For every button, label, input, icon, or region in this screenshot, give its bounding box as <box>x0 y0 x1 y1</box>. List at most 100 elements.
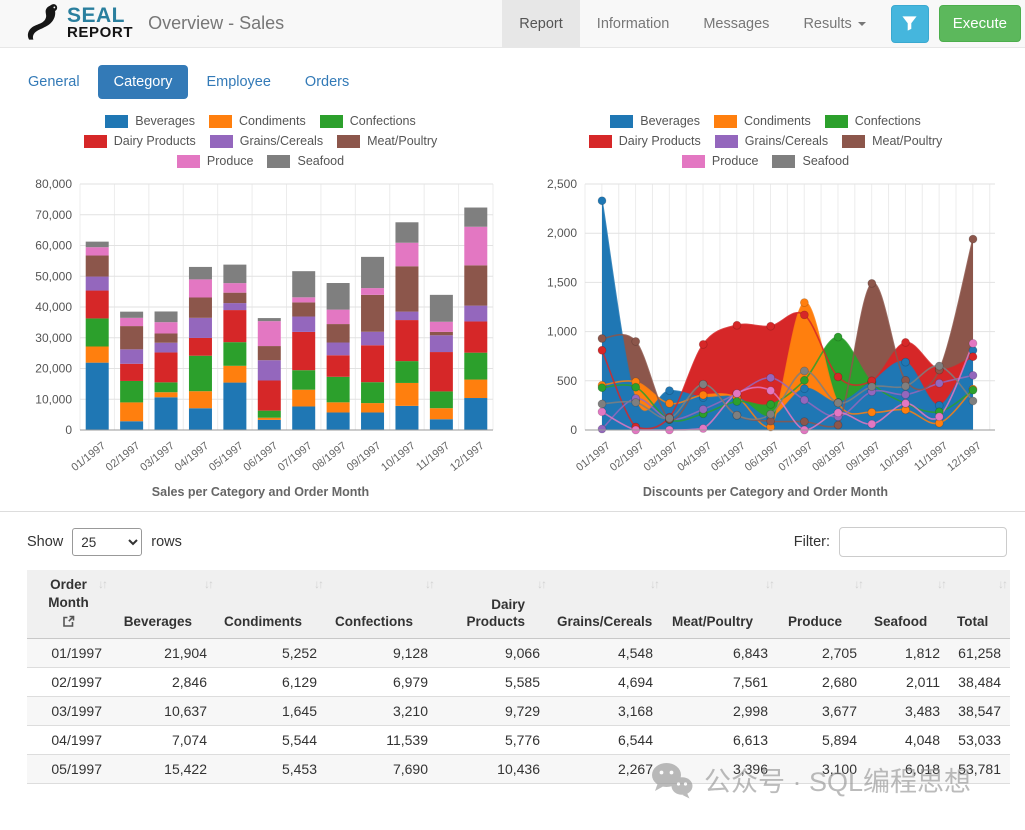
legend-item-dairy-products[interactable]: Dairy Products <box>84 134 196 148</box>
sort-arrows-icon[interactable]: ↓↑ <box>854 577 862 593</box>
nav-item-label: Information <box>597 16 670 32</box>
legend-label: Beverages <box>135 114 195 128</box>
cell-value: 3,483 <box>866 696 949 725</box>
table-filter-input[interactable] <box>839 527 1007 557</box>
sort-arrows-icon[interactable]: ↓↑ <box>537 577 545 593</box>
table-row: 02/19972,8466,1296,9795,5854,6947,5612,6… <box>27 667 1010 696</box>
sort-arrows-icon[interactable]: ↓↑ <box>937 577 945 593</box>
filter-control: Filter: <box>794 527 1007 557</box>
rows-label: rows <box>151 534 182 550</box>
column-header-meat-poultry[interactable]: ↓↑Meat/Poultry <box>662 570 777 638</box>
cell-value: 2,267 <box>549 754 662 783</box>
legend-swatch-icon <box>177 155 200 168</box>
legend-label: Dairy Products <box>114 134 196 148</box>
cell-value: 3,100 <box>777 754 866 783</box>
page-size-select[interactable]: 25 <box>72 528 142 556</box>
column-header-seafood[interactable]: ↓↑ Seafood <box>866 570 949 638</box>
legend-item-produce[interactable]: Produce <box>177 154 254 168</box>
top-navbar: SEAL REPORT Overview - Sales ReportInfor… <box>0 0 1025 48</box>
legend-item-beverages[interactable]: Beverages <box>105 114 195 128</box>
sort-arrows-icon[interactable]: ↓↑ <box>765 577 773 593</box>
legend-item-seafood[interactable]: Seafood <box>772 154 849 168</box>
cell-value: 2,998 <box>662 696 777 725</box>
legend-item-seafood[interactable]: Seafood <box>267 154 344 168</box>
legend-label: Seafood <box>297 154 344 168</box>
column-header-condiments[interactable]: ↓↑ Condiments <box>216 570 326 638</box>
svg-text:1,500: 1,500 <box>547 275 577 289</box>
column-header-confections[interactable]: ↓↑Confections <box>326 570 437 638</box>
cell-value: 9,066 <box>437 638 549 667</box>
cell-value: 2,705 <box>777 638 866 667</box>
cell-value: 4,694 <box>549 667 662 696</box>
column-header-beverages[interactable]: ↓↑Beverages <box>110 570 216 638</box>
execute-button[interactable]: Execute <box>939 5 1021 42</box>
legend-item-dairy-products[interactable]: Dairy Products <box>589 134 701 148</box>
column-header-label: Dairy Products <box>445 596 525 631</box>
legend-item-condiments[interactable]: Condiments <box>714 114 811 128</box>
legend-item-confections[interactable]: Confections <box>825 114 921 128</box>
report-view-tabs: GeneralCategoryEmployeeOrders <box>0 48 1025 112</box>
tab-general[interactable]: General <box>12 65 96 99</box>
legend-label: Produce <box>207 154 254 168</box>
svg-text:10/1997: 10/1997 <box>878 440 917 474</box>
nav-item-information[interactable]: Information <box>580 0 687 47</box>
legend-swatch-icon <box>320 115 343 128</box>
sort-arrows-icon[interactable]: ↓↑ <box>425 577 433 593</box>
sales-stacked-bar-chart: 010,00020,00030,00040,00050,00060,00070,… <box>8 172 513 478</box>
cell-order-month: 02/1997 <box>27 667 110 696</box>
legend-item-meat-poultry[interactable]: Meat/Poultry <box>337 134 437 148</box>
app-logo[interactable]: SEAL REPORT <box>26 0 133 47</box>
legend-item-produce[interactable]: Produce <box>682 154 759 168</box>
column-header-label: Seafood <box>874 613 925 631</box>
column-header-produce[interactable]: ↓↑Produce <box>777 570 866 638</box>
cell-value: 3,396 <box>662 754 777 783</box>
svg-text:01/1997: 01/1997 <box>69 440 108 474</box>
column-header-order-month[interactable]: ↓↑Order Month <box>27 570 110 638</box>
column-header-label: Condiments <box>224 613 302 631</box>
cell-value: 5,453 <box>216 754 326 783</box>
tab-orders[interactable]: Orders <box>289 65 365 99</box>
cell-value: 3,210 <box>326 696 437 725</box>
svg-text:06/1997: 06/1997 <box>241 440 280 474</box>
filter-button[interactable] <box>891 5 929 43</box>
legend-item-meat-poultry[interactable]: Meat/Poultry <box>842 134 942 148</box>
legend-swatch-icon <box>209 115 232 128</box>
sales-chart-title: Sales per Category and Order Month <box>8 485 513 499</box>
legend-item-beverages[interactable]: Beverages <box>610 114 700 128</box>
sort-arrows-icon[interactable]: ↓↑ <box>204 577 212 593</box>
svg-text:2,000: 2,000 <box>547 226 577 240</box>
svg-text:07/1997: 07/1997 <box>276 440 315 474</box>
cell-value: 2,011 <box>866 667 949 696</box>
legend-item-grains-cereals[interactable]: Grains/Cereals <box>715 134 828 148</box>
svg-text:07/1997: 07/1997 <box>776 440 815 474</box>
nav-item-label: Messages <box>703 16 769 32</box>
legend-label: Seafood <box>802 154 849 168</box>
seal-logo-icon <box>26 3 62 45</box>
column-header-dairy-products[interactable]: ↓↑ Dairy Products <box>437 570 549 638</box>
sort-arrows-icon[interactable]: ↓↑ <box>314 577 322 593</box>
external-link-icon[interactable] <box>62 615 75 628</box>
cell-value: 6,613 <box>662 725 777 754</box>
column-header-total[interactable]: ↓↑Total <box>949 570 1010 638</box>
column-header-grains-cereals[interactable]: ↓↑Grains/Cereals <box>549 570 662 638</box>
tab-category[interactable]: Category <box>98 65 189 99</box>
cell-value: 21,904 <box>110 638 216 667</box>
legend-label: Condiments <box>744 114 811 128</box>
legend-item-confections[interactable]: Confections <box>320 114 416 128</box>
main-nav: Report Information Messages Results <box>502 0 883 47</box>
nav-item-report[interactable]: Report <box>502 0 580 47</box>
cell-value: 2,846 <box>110 667 216 696</box>
legend-item-condiments[interactable]: Condiments <box>209 114 306 128</box>
legend-item-grains-cereals[interactable]: Grains/Cereals <box>210 134 323 148</box>
sort-arrows-icon[interactable]: ↓↑ <box>650 577 658 593</box>
sort-arrows-icon[interactable]: ↓↑ <box>98 577 106 593</box>
cell-value: 2,680 <box>777 667 866 696</box>
cell-value: 9,128 <box>326 638 437 667</box>
svg-text:10/1997: 10/1997 <box>379 440 418 474</box>
sort-arrows-icon[interactable]: ↓↑ <box>998 577 1006 593</box>
page-size-control: Show 25 rows <box>27 528 182 556</box>
nav-item-results[interactable]: Results <box>786 0 882 47</box>
tab-employee[interactable]: Employee <box>190 65 286 99</box>
nav-item-messages[interactable]: Messages <box>686 0 786 47</box>
table-row: 01/199721,9045,2529,1289,0664,5486,8432,… <box>27 638 1010 667</box>
